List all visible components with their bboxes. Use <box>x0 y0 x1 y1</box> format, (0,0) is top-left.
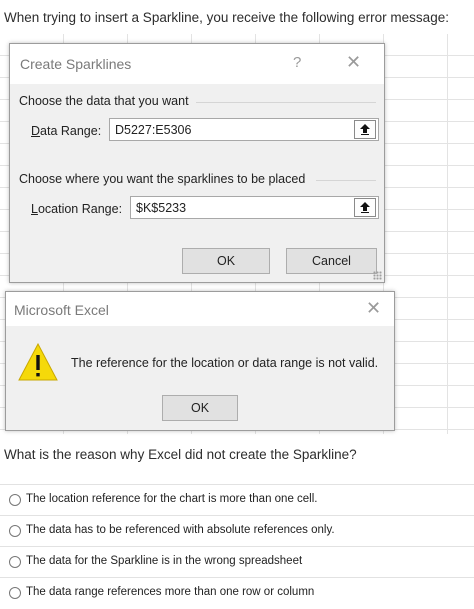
create-sparklines-dialog: Create Sparklines ? ✕ Choose the data th… <box>9 43 385 283</box>
error-dialog: Microsoft Excel ✕ The reference for the … <box>5 291 395 431</box>
answer-option-label: The data range references more than one … <box>26 586 315 598</box>
intro-text: When trying to insert a Sparkline, you r… <box>4 10 449 25</box>
cancel-button[interactable]: Cancel <box>286 248 377 274</box>
radio-button[interactable] <box>9 525 21 537</box>
answer-option-label: The data for the Sparkline is in the wro… <box>26 555 303 567</box>
group-divider <box>196 102 376 103</box>
data-group-label: Choose the data that you want <box>19 94 189 108</box>
data-range-label: Data Range: <box>31 124 102 138</box>
location-range-input[interactable]: $K$5233 <box>130 196 379 219</box>
data-range-input[interactable]: D5227:E5306 <box>109 118 379 141</box>
location-range-collapse-button[interactable] <box>354 198 376 217</box>
radio-button[interactable] <box>9 587 21 599</box>
ok-button[interactable]: OK <box>182 248 270 274</box>
radio-button[interactable] <box>9 556 21 568</box>
radio-button[interactable] <box>9 494 21 506</box>
data-range-collapse-button[interactable] <box>354 120 376 139</box>
question-text: What is the reason why Excel did not cre… <box>4 447 357 462</box>
group-divider <box>316 180 376 181</box>
answer-option[interactable]: The data for the Sparkline is in the wro… <box>0 546 474 577</box>
close-icon[interactable]: ✕ <box>366 298 381 319</box>
error-ok-button[interactable]: OK <box>162 395 238 421</box>
location-group-label: Choose where you want the sparklines to … <box>19 172 306 186</box>
help-icon[interactable]: ? <box>293 54 301 71</box>
answer-option-label: The data has to be referenced with absol… <box>26 524 335 536</box>
answer-option[interactable]: The location reference for the chart is … <box>0 484 474 515</box>
dialog-titlebar: Create Sparklines ? ✕ <box>10 44 384 84</box>
answer-option[interactable]: The data range references more than one … <box>0 577 474 608</box>
resize-grip-icon[interactable] <box>373 271 382 280</box>
answer-option-label: The location reference for the chart is … <box>26 493 318 505</box>
error-dialog-titlebar: Microsoft Excel ✕ <box>6 292 394 326</box>
arrow-up-icon <box>360 202 370 213</box>
dialog-title: Create Sparklines <box>20 56 132 72</box>
location-range-label: Location Range: <box>31 202 123 216</box>
warning-icon <box>18 343 58 381</box>
error-message: The reference for the location or data r… <box>71 356 379 370</box>
location-range-value: $K$5233 <box>136 201 187 215</box>
answer-option[interactable]: The data has to be referenced with absol… <box>0 515 474 546</box>
data-range-value: D5227:E5306 <box>115 123 192 137</box>
error-dialog-title: Microsoft Excel <box>14 302 109 318</box>
arrow-up-icon <box>360 124 370 135</box>
close-icon[interactable]: ✕ <box>346 52 361 73</box>
